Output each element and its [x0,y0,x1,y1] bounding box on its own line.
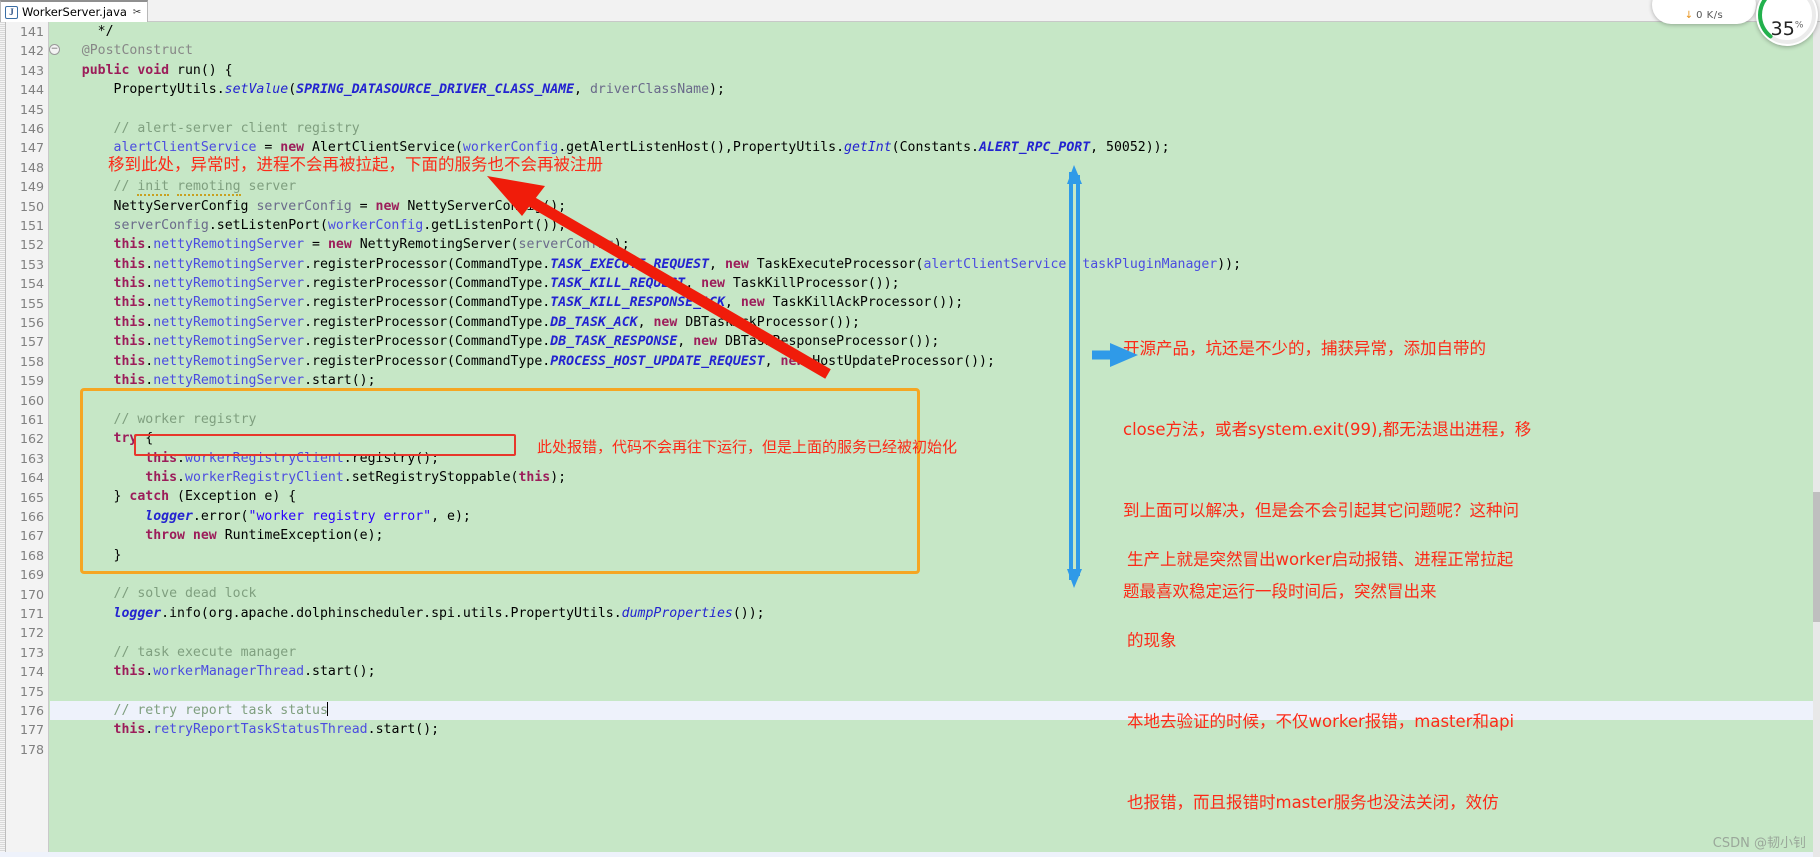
code-line[interactable]: this.nettyRemotingServer.registerProcess… [50,332,1820,351]
line-number: 159 [19,373,44,389]
line-number: 172 [19,625,44,641]
line-number: 169 [19,567,44,583]
line-number: 173 [19,644,44,660]
line-number: 146 [19,121,44,136]
line-number: 150 [19,198,44,214]
cpu-usage-value: 35% [1756,18,1818,40]
line-number: 142− [19,43,60,59]
code-line[interactable]: } catch (Exception e) { [50,487,1820,506]
line-number: 170 [19,586,44,602]
line-number: 175 [19,683,44,699]
code-line[interactable] [50,565,1820,584]
annotation-right-2-line-3: 本地去验证的时候，不仅worker报错，master和api [1127,712,1515,731]
code-line[interactable]: this.nettyRemotingServer.registerProcess… [50,293,1820,312]
line-number: 141 [19,24,44,39]
code-line[interactable]: */ [50,22,1820,41]
line-number: 178 [19,741,44,757]
download-arrow-icon: ↓ [1684,10,1694,21]
code-line[interactable]: logger.error("worker registry error", e)… [50,507,1820,526]
annotation-right-1-line-2: close方法，或者system.exit(99),都无法退出进程，移 [1123,420,1532,439]
line-number: 161 [19,412,44,427]
code-line[interactable]: this.nettyRemotingServer.registerProcess… [50,313,1820,332]
code-line[interactable] [50,681,1820,700]
code-line[interactable]: @PostConstruct [50,41,1820,60]
line-number: 160 [19,392,44,408]
code-line[interactable]: serverConfig.setListenPort(workerConfig.… [50,216,1820,235]
close-icon[interactable]: ✂ [133,7,141,18]
network-speed-value: 0 K/s [1696,10,1724,21]
code-line[interactable]: // task execute manager [50,643,1820,662]
cpu-usage-percent-sign: % [1794,20,1804,31]
code-line[interactable]: this.retryReportTaskStatusThread.start()… [50,720,1820,739]
ide-window: J WorkerServer.java ✂ 141 142−143 144 145 14… [0,0,1820,857]
code-line[interactable] [50,623,1820,642]
network-speed-indicator: ↓ 0 K/s [1652,0,1756,24]
line-number-gutter[interactable]: 141 142− 143 144 145 146 147 148 149 150 151 152 153… [6,22,60,857]
code-line[interactable]: this.workerManagerThread.start(); [50,662,1820,681]
line-number: 152 [19,237,44,253]
line-number: 145 [19,101,44,117]
code-line[interactable]: logger.info(org.apache.dolphinscheduler.… [50,604,1820,623]
line-number: 147 [19,140,44,156]
line-number: 166 [19,509,44,524]
code-line[interactable]: // retry report task status [50,700,1820,721]
annotation-right-1-line-1: 开源产品，坑还是不少的，捕获异常，添加自带的 [1123,339,1486,358]
annotation-right-block-2: 生产上就是突然冒出worker启动报错、进程正常拉起 的现象 本地去验证的时候，… [1127,492,1514,857]
code-line[interactable]: // worker registry [50,410,1820,429]
line-number: 171 [19,606,44,621]
line-number: 168 [19,547,44,563]
line-number: 157 [19,334,44,350]
line-number: 143 [19,62,44,78]
line-number: 154 [19,276,44,292]
line-number: 167 [19,528,44,544]
tab-workerserver-java[interactable]: J WorkerServer.java ✂ [0,0,149,22]
annotation-line148: 移到此处，异常时，进程不会再被拉起，下面的服务也不会再被注册 [108,155,603,174]
code-line[interactable]: public void run() { [50,61,1820,80]
code-line[interactable]: throw new RuntimeException(e); [50,526,1820,545]
annotation-right-2-line-4: 也报错，而且报错时master服务也没法关闭，效仿 [1127,793,1499,812]
code-line[interactable]: // init remoting server [50,177,1820,197]
line-number: 153 [19,256,44,272]
code-line[interactable]: } [50,546,1820,565]
code-line[interactable]: this.nettyRemotingServer.registerProcess… [50,352,1820,371]
line-number: 177 [19,722,44,738]
tab-label: WorkerServer.java [22,5,127,19]
line-number: 144 [19,82,44,98]
cpu-usage-number: 35 [1770,18,1795,40]
code-line[interactable]: this.nettyRemotingServer = new NettyRemo… [50,235,1820,254]
code-line[interactable]: PropertyUtils.setValue(SPRING_DATASOURCE… [50,80,1820,99]
java-file-icon: J [5,5,18,19]
code-line[interactable]: NettyServerConfig serverConfig = new Net… [50,197,1820,216]
line-number: 165 [19,489,44,505]
editor-tab-bar: J WorkerServer.java ✂ [0,0,1820,22]
code-line[interactable]: // alert-server client registry [50,119,1820,138]
line-number: 162 [19,431,44,447]
line-number: 158 [19,353,44,369]
code-line[interactable] [50,390,1820,409]
line-number: 176 [19,703,44,718]
line-number: 163 [19,450,44,466]
line-number: 155 [19,295,44,311]
annotation-right-2-line-2: 的现象 [1127,631,1177,650]
annotation-right-2-line-1: 生产上就是突然冒出worker启动报错、进程正常拉起 [1127,550,1514,569]
csdn-watermark: CSDN @韧小钊 [1712,836,1806,851]
line-number: 148 [19,159,44,175]
line-number: 151 [19,218,44,233]
line-number: 174 [19,664,44,680]
cpu-usage-ring: 35% [1756,0,1818,46]
code-line[interactable] [50,100,1820,119]
code-line[interactable]: // solve dead lock [50,584,1820,603]
code-line[interactable]: this.nettyRemotingServer.registerProcess… [50,274,1820,293]
vertical-scrollbar[interactable] [1813,22,1820,857]
annotation-line163: 此处报错，代码不会再往下运行，但是上面的服务已经被初始化 [537,438,958,456]
line-number: 156 [19,315,44,330]
line-number: 149 [19,179,44,195]
line-number: 164 [19,470,44,486]
code-line[interactable]: this.workerRegistryClient.setRegistrySto… [50,468,1820,487]
code-line[interactable]: this.nettyRemotingServer.start(); [50,371,1820,390]
code-line[interactable]: this.nettyRemotingServer.registerProcess… [50,255,1820,274]
code-line[interactable] [50,739,1820,758]
editor-bottom-strip [0,852,1820,857]
scrollbar-thumb[interactable] [1813,492,1820,622]
